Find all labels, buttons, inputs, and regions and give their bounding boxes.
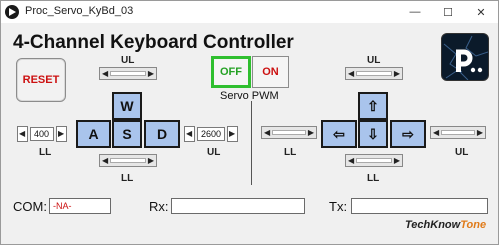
left-left-servo-slider[interactable]: ◀ [17,126,28,142]
left-bottom-ll-label: LL [121,173,134,184]
key-s[interactable]: S [112,120,142,148]
left-right-ul-label: UL [207,147,221,158]
left-right-servo-slider-right[interactable]: ▶ [227,126,238,142]
key-up-arrow[interactable]: ⇧ [358,92,388,120]
key-d[interactable]: D [144,120,180,148]
slider-track[interactable] [356,71,392,76]
divider [251,101,252,185]
left-ll-value-field[interactable]: 400 [30,127,54,141]
reset-button[interactable]: RESET [16,58,66,102]
slider-right-arrow-icon[interactable]: ▶ [394,157,400,165]
servo-off-button[interactable]: OFF [211,56,251,88]
left-ul-value-field[interactable]: 2600 [197,127,225,141]
left-left-ll-label: LL [39,147,52,158]
com-label: COM: [13,199,47,214]
servo-pwm-label: Servo PWM [220,90,279,102]
right-top-ul-label: UL [367,55,381,66]
slider-right-arrow-icon[interactable]: ▶ [394,70,400,78]
key-left-arrow[interactable]: ⇦ [321,120,357,148]
slider-left-arrow-icon[interactable]: ◀ [348,157,354,165]
brand-logo: TechKnowTone [405,219,486,231]
left-top-servo-slider[interactable]: ◀ ▶ [99,67,157,80]
slider-left-arrow-icon[interactable]: ◀ [348,70,354,78]
slider-right-arrow-icon[interactable]: ▶ [148,157,154,165]
right-left-ll-label: LL [284,147,297,158]
com-port-field[interactable]: -NA- [49,198,111,214]
slider-track[interactable] [356,158,392,163]
servo-on-button[interactable]: ON [252,56,289,88]
maximize-button[interactable]: ☐ [431,1,465,23]
slider-left-arrow-icon[interactable]: ◀ [102,157,108,165]
tx-label: Tx: [329,199,348,214]
slider-right-arrow-icon[interactable]: ▶ [58,130,64,138]
slider-track[interactable] [441,130,475,135]
slider-up-arrow-icon[interactable]: ◀ [19,130,25,138]
slider-track[interactable] [110,71,146,76]
processing-logo-icon [441,33,489,81]
right-left-servo-slider[interactable]: ◀ ▶ [261,126,317,139]
right-right-ul-label: UL [455,147,469,158]
right-bottom-servo-slider[interactable]: ◀ ▶ [345,154,403,167]
minimize-icon: — [409,6,421,18]
right-top-servo-slider[interactable]: ◀ ▶ [345,67,403,80]
slider-right-arrow-icon[interactable]: ▶ [229,130,235,138]
tx-field[interactable] [351,198,488,214]
left-top-ul-label: UL [121,55,135,66]
left-right-servo-slider[interactable]: ◀ [184,126,195,142]
slider-right-arrow-icon[interactable]: ▶ [477,129,483,137]
rx-label: Rx: [149,199,169,214]
title-bar: Proc_Servo_KyBd_03 — ☐ ✕ [1,1,498,23]
slider-track[interactable] [272,130,306,135]
slider-right-arrow-icon[interactable]: ▶ [148,70,154,78]
maximize-icon: ☐ [443,6,453,19]
right-bottom-ll-label: LL [367,173,380,184]
close-button[interactable]: ✕ [464,1,498,23]
slider-left-arrow-icon[interactable]: ◀ [264,129,270,137]
brand-text-part1: TechKnow [405,219,461,231]
left-left-servo-slider-right[interactable]: ▶ [56,126,67,142]
minimize-button[interactable]: — [398,1,432,23]
rx-field[interactable] [171,198,305,214]
app-window: Proc_Servo_KyBd_03 — ☐ ✕ 4-Channel Keybo… [0,0,499,245]
left-bottom-servo-slider[interactable]: ◀ ▶ [99,154,157,167]
slider-left-arrow-icon[interactable]: ◀ [102,70,108,78]
slider-left-arrow-icon[interactable]: ◀ [186,130,192,138]
slider-right-arrow-icon[interactable]: ▶ [308,129,314,137]
key-down-arrow[interactable]: ⇩ [358,120,388,148]
key-a[interactable]: A [76,120,111,148]
brand-text-part2: Tone [460,219,487,231]
key-w[interactable]: W [112,92,142,120]
page-title: 4-Channel Keyboard Controller [13,32,294,53]
slider-track[interactable] [110,158,146,163]
slider-left-arrow-icon[interactable]: ◀ [433,129,439,137]
right-right-servo-slider[interactable]: ◀ ▶ [430,126,486,139]
processing-app-icon [5,5,19,19]
window-title: Proc_Servo_KyBd_03 [25,5,134,17]
key-right-arrow[interactable]: ⇨ [390,120,426,148]
close-icon: ✕ [476,6,486,19]
